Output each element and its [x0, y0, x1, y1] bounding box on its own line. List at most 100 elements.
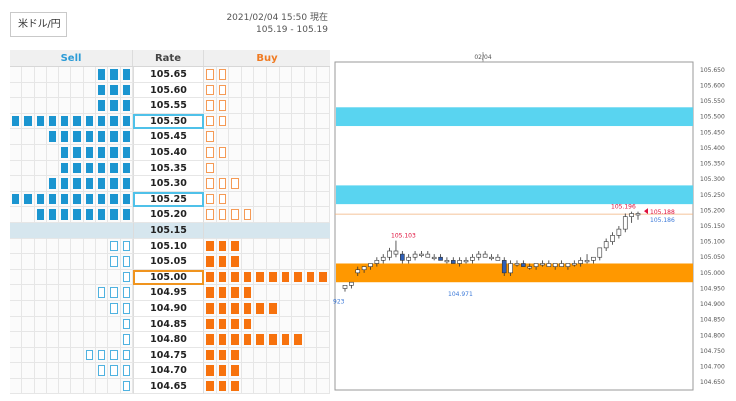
- sell-order-block: [85, 131, 94, 142]
- sell-cell: [34, 300, 47, 317]
- sell-cell: [71, 207, 84, 223]
- buy-order-block: [218, 287, 227, 298]
- buy-cell: [216, 144, 230, 161]
- candle-body: [476, 253, 482, 258]
- buy-order-block: [243, 302, 252, 314]
- sell-order-block: [110, 115, 118, 127]
- buy-cell: [304, 332, 318, 348]
- sell-order-block: [98, 162, 106, 174]
- sell-order-block: [48, 209, 57, 220]
- buy-cell: [304, 222, 318, 239]
- sell-cell: [34, 113, 47, 130]
- sell-cell: [71, 332, 84, 348]
- sell-order-block: [12, 193, 20, 205]
- sell-cell: [108, 191, 121, 208]
- candle-body: [406, 256, 411, 261]
- candle-body: [514, 263, 520, 266]
- sell-cell: [10, 363, 23, 379]
- buy-cell: [317, 347, 330, 364]
- buy-cell: [216, 129, 230, 145]
- buy-cells: [204, 160, 330, 177]
- sell-order-block: [61, 193, 69, 205]
- buy-cell: [216, 347, 230, 364]
- sell-order-block: [73, 146, 81, 158]
- buy-cells: [204, 254, 330, 270]
- sell-cell: [22, 98, 35, 114]
- sell-cells: [10, 191, 133, 208]
- buy-cell: [292, 285, 305, 301]
- buy-cell: [266, 378, 280, 395]
- buy-order-block: [243, 334, 252, 345]
- rate-value: 105.60: [133, 82, 204, 99]
- sell-cell: [34, 129, 47, 145]
- buy-cell: [229, 144, 242, 161]
- sell-cell: [108, 300, 121, 317]
- buy-cell: [317, 82, 330, 99]
- buy-cell: [254, 363, 267, 379]
- sell-cell: [120, 378, 133, 395]
- sell-order-block: [122, 271, 130, 283]
- order-book-row: 105.10: [10, 238, 330, 255]
- y-tick-label: 105.450: [700, 129, 725, 136]
- candle-body: [444, 260, 450, 263]
- sell-cell: [34, 144, 47, 161]
- y-tick-label: 104.900: [700, 301, 725, 308]
- buy-cell: [279, 191, 293, 208]
- sell-cell: [22, 67, 35, 83]
- sell-order-block: [98, 84, 106, 96]
- sell-cell: [46, 378, 60, 395]
- sell-cell: [83, 160, 97, 177]
- buy-cells: [204, 222, 330, 239]
- sell-cell: [59, 82, 72, 99]
- sell-order-block: [110, 302, 118, 314]
- sell-cell: [34, 176, 47, 192]
- buy-cell: [279, 316, 293, 333]
- sell-cell: [96, 378, 109, 395]
- buy-order-block: [206, 146, 214, 158]
- sell-cell: [22, 300, 35, 317]
- sell-cell: [71, 285, 84, 301]
- buy-order-block: [218, 178, 227, 189]
- sell-order-block: [61, 115, 69, 127]
- sell-cell: [71, 222, 84, 239]
- buy-cell: [266, 176, 280, 192]
- buy-cell: [317, 285, 330, 301]
- sell-order-block: [122, 146, 130, 158]
- buy-cell: [216, 191, 230, 208]
- order-book-header: Sell Rate Buy: [10, 50, 330, 67]
- sell-order-block: [122, 162, 130, 174]
- buy-cell: [254, 67, 267, 83]
- buy-cell: [292, 300, 305, 317]
- buy-order-block: [218, 146, 227, 158]
- buy-cell: [229, 207, 242, 223]
- buy-cell: [204, 207, 217, 223]
- buy-cell: [266, 144, 280, 161]
- buy-cell: [254, 160, 267, 177]
- rate-value: 105.25: [133, 191, 204, 208]
- buy-cell: [229, 316, 242, 333]
- buy-order-block: [206, 178, 214, 189]
- buy-cell: [317, 144, 330, 161]
- currency-pair-select[interactable]: 米ドル/円: [10, 12, 67, 37]
- sell-cell: [34, 98, 47, 114]
- sell-order-block: [122, 302, 130, 314]
- sell-cell: [10, 207, 23, 223]
- sell-cell: [96, 82, 109, 99]
- sell-cell: [59, 222, 72, 239]
- sell-cell: [46, 269, 60, 286]
- y-tick-label: 105.100: [700, 239, 725, 246]
- buy-cell: [317, 378, 330, 395]
- buy-cell: [229, 191, 242, 208]
- buy-cell: [292, 176, 305, 192]
- buy-cell: [266, 254, 280, 270]
- buy-order-block: [231, 178, 239, 189]
- buy-order-block: [206, 193, 214, 205]
- buy-order-block: [206, 256, 214, 267]
- sell-cell: [120, 144, 133, 161]
- buy-order-block: [231, 302, 239, 314]
- y-tick-label: 105.150: [700, 223, 725, 230]
- sell-cell: [59, 238, 72, 255]
- sell-cells: [10, 347, 133, 364]
- buy-cell: [254, 332, 267, 348]
- buy-order-block: [268, 271, 277, 283]
